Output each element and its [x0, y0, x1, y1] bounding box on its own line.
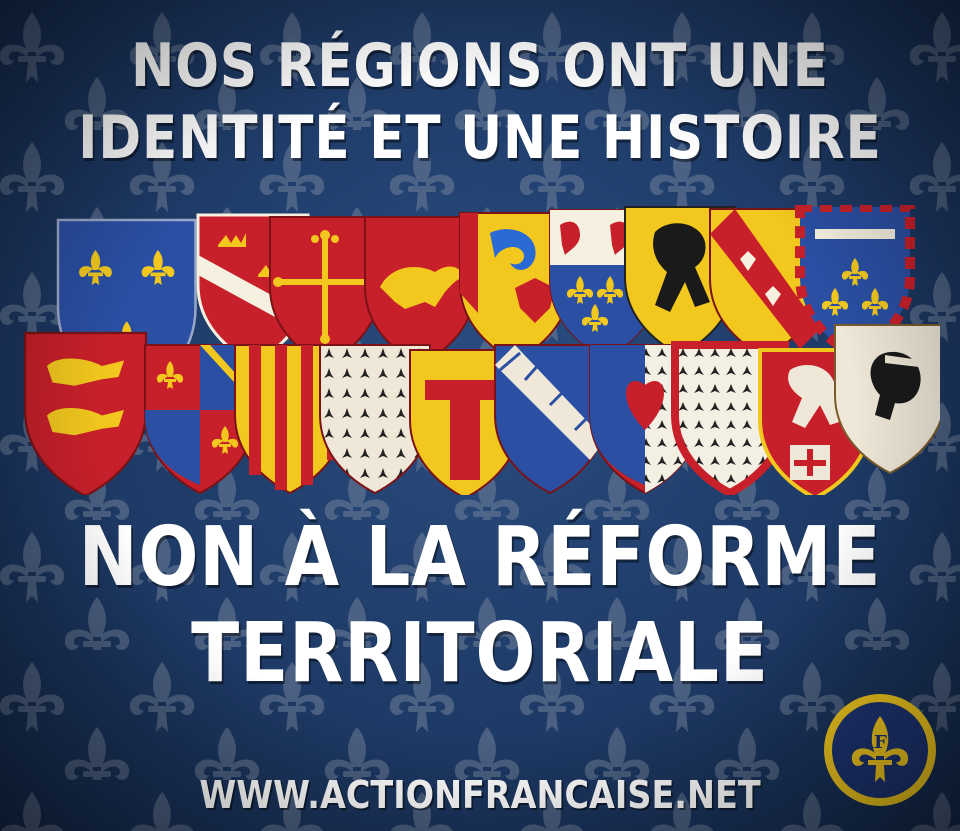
- headline-top: NOS RÉGIONS ONT UNE IDENTITÉ ET UNE HIST…: [67, 30, 893, 174]
- poster: NOS RÉGIONS ONT UNE IDENTITÉ ET UNE HIST…: [0, 0, 960, 831]
- headline-top-line2: IDENTITÉ ET UNE HISTOIRE: [78, 103, 882, 173]
- headline-top-line1: NOS RÉGIONS ONT UNE: [131, 31, 829, 101]
- occitanie-shield: [269, 216, 381, 366]
- normandie-shield: [23, 331, 148, 495]
- website-url[interactable]: WWW.ACTIONFRANCAISE.NET: [58, 772, 903, 818]
- coats-of-arms-group: [23, 205, 940, 495]
- headline-bottom-line2: TERRITORIALE: [191, 606, 769, 701]
- headline-bottom: NON À LA RÉFORME TERRITORIALE: [67, 510, 893, 702]
- logo-letters: AF: [859, 732, 887, 753]
- champagne-shield: [494, 344, 606, 494]
- limousin-shield: [364, 216, 476, 366]
- headline-bottom-line1: NON À LA RÉFORME: [78, 510, 882, 605]
